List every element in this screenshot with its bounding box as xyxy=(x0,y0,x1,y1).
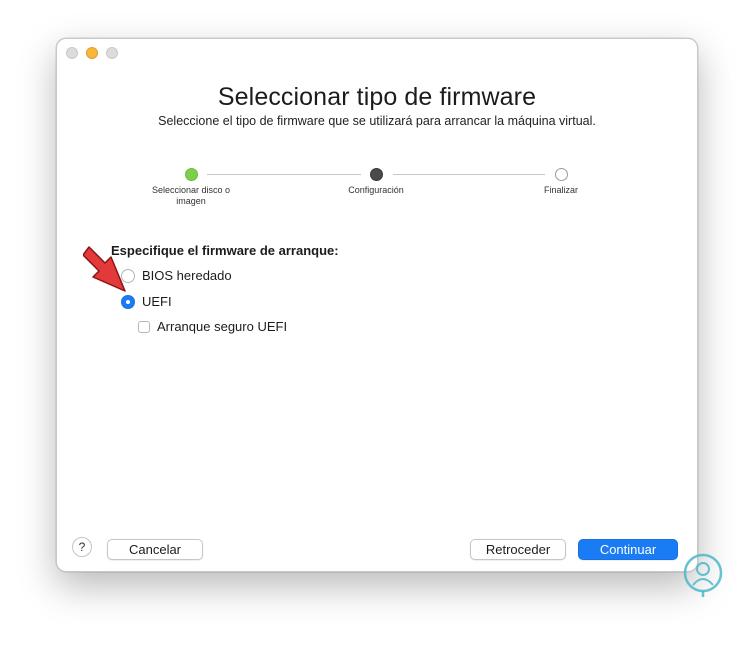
step-current-indicator xyxy=(370,168,383,181)
continue-button[interactable]: Continuar xyxy=(578,539,678,560)
step-pending-indicator xyxy=(555,168,568,181)
red-arrow-icon xyxy=(83,246,126,292)
radio-uefi-label: UEFI xyxy=(142,294,172,309)
progress-steps: Seleccionar disco o imagen Configuración… xyxy=(57,167,697,237)
step-label-finish: Finalizar xyxy=(543,185,578,195)
step-label-select-disk: Seleccionar disco o imagen xyxy=(151,185,231,206)
firmware-section-label: Especifique el firmware de arranque: xyxy=(111,243,339,258)
cancel-button[interactable]: Cancelar xyxy=(107,539,203,560)
secure-boot-label: Arranque seguro UEFI xyxy=(157,319,288,334)
window-controls xyxy=(66,47,118,59)
close-window-button[interactable] xyxy=(66,47,78,59)
page-subtitle: Seleccione el tipo de firmware que se ut… xyxy=(158,114,596,128)
minimize-window-button[interactable] xyxy=(86,47,98,59)
back-button[interactable]: Retroceder xyxy=(470,539,566,560)
radio-uefi[interactable]: UEFI xyxy=(121,294,172,309)
zoom-window-button[interactable] xyxy=(106,47,118,59)
checkbox-secure-boot[interactable]: Arranque seguro UEFI xyxy=(138,319,287,334)
radio-button-selected[interactable] xyxy=(121,294,135,309)
step-done-indicator xyxy=(185,168,198,181)
step-label-configuration: Configuración xyxy=(348,185,404,195)
page-title: Seleccionar tipo de firmware xyxy=(217,83,537,111)
radio-bios-label: BIOS heredado xyxy=(142,268,232,283)
firmware-dialog-window: Seleccionar tipo de firmware Seleccione … xyxy=(56,38,723,597)
checkbox-box[interactable] xyxy=(138,320,150,333)
step-connector xyxy=(393,174,545,175)
radio-bios-legacy[interactable]: BIOS heredado xyxy=(121,268,232,283)
help-button[interactable]: ? xyxy=(72,537,92,557)
watermark-logo-icon xyxy=(683,553,723,597)
step-connector xyxy=(207,174,361,175)
